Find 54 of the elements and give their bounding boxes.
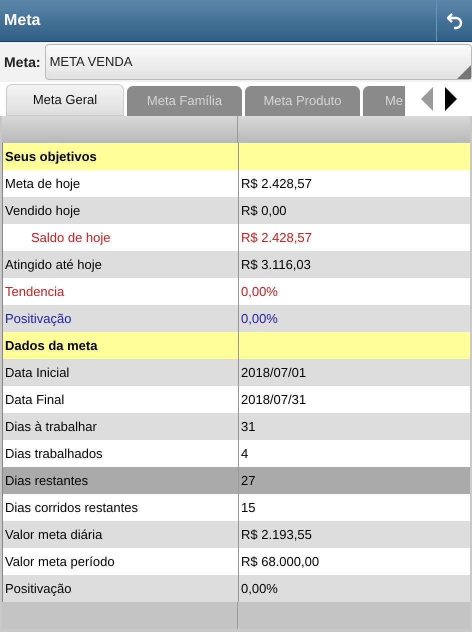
row-value: 15 <box>241 498 256 517</box>
table-row[interactable]: Valor meta diária R$ 2.193,55 <box>2 521 470 548</box>
row-label: Dias restantes <box>5 472 88 490</box>
tab[interactable]: Meta Geral <box>6 84 124 116</box>
row-label: Valor meta período <box>5 552 115 571</box>
row-label: Atingido até hoje <box>5 256 102 274</box>
row-value: 2018/07/01 <box>241 364 306 382</box>
row-label: Positivação <box>5 310 72 328</box>
table-row[interactable]: Saldo de hoje R$ 2.428,57 <box>2 224 470 251</box>
table-row[interactable]: Tendencia 0,00% <box>2 278 470 305</box>
table-row[interactable]: Dias restantes 27 <box>2 467 470 494</box>
window-title: Meta <box>4 10 40 30</box>
row-label: Positivação <box>5 580 72 598</box>
row-value: R$ 3.116,03 <box>241 256 311 274</box>
row-value: 27 <box>241 472 256 490</box>
table-row[interactable]: Meta de hoje R$ 2.428,57 <box>2 170 470 197</box>
table-row[interactable]: Positivação 0,00% <box>2 575 470 602</box>
row-label: Valor meta diária <box>5 526 102 544</box>
table-row[interactable]: Positivação 0,00% <box>2 305 470 332</box>
table-row[interactable]: Dias corridos restantes 15 <box>2 494 470 521</box>
row-label: Dias corridos restantes <box>5 498 138 517</box>
row-label: Tendencia <box>5 282 64 301</box>
table-row[interactable]: Vendido hoje R$ 0,00 <box>2 197 470 224</box>
row-value: 4 <box>241 444 248 463</box>
section-heading: Dados da meta <box>5 336 98 355</box>
row-value: 31 <box>241 418 256 436</box>
table-row[interactable]: Data Inicial 2018/07/01 <box>2 359 470 386</box>
row-value: R$ 2.428,57 <box>241 228 312 247</box>
row-value: R$ 68.000,00 <box>241 552 320 571</box>
row-value: 0,00% <box>241 310 278 328</box>
table-row[interactable]: Valor meta período R$ 68.000,00 <box>2 548 470 575</box>
row-label: Dias à trabalhar <box>5 418 97 436</box>
dropdown-corner-icon <box>457 65 471 79</box>
back-icon <box>446 12 462 30</box>
row-value: R$ 2.193,55 <box>241 526 312 544</box>
row-value: 2018/07/31 <box>241 390 306 409</box>
field-label: Meta: <box>4 52 41 72</box>
meta-dropdown[interactable]: META VENDA <box>44 44 472 80</box>
row-label: Dias trabalhados <box>5 444 103 463</box>
row-label: Data Final <box>5 390 64 409</box>
section-heading: Seus objetivos <box>5 148 97 166</box>
scroll-right-icon[interactable] <box>445 87 457 111</box>
row-label: Saldo de hoje <box>31 228 111 247</box>
row-value: 0,00% <box>241 580 278 598</box>
table-row[interactable]: Dias trabalhados 4 <box>2 440 470 467</box>
row-label: Meta de hoje <box>5 174 80 193</box>
row-value: 0,00% <box>241 282 278 301</box>
table-row[interactable]: Data Final 2018/07/31 <box>2 386 470 413</box>
row-label: Data Inicial <box>5 364 70 382</box>
row-value: R$ 0,00 <box>241 202 287 220</box>
table-row[interactable]: Dias à trabalhar 31 <box>2 413 470 440</box>
row-label: Vendido hoje <box>5 202 80 220</box>
table-row[interactable]: Atingido até hoje R$ 3.116,03 <box>2 251 470 278</box>
row-value: R$ 2.428,57 <box>241 174 312 193</box>
